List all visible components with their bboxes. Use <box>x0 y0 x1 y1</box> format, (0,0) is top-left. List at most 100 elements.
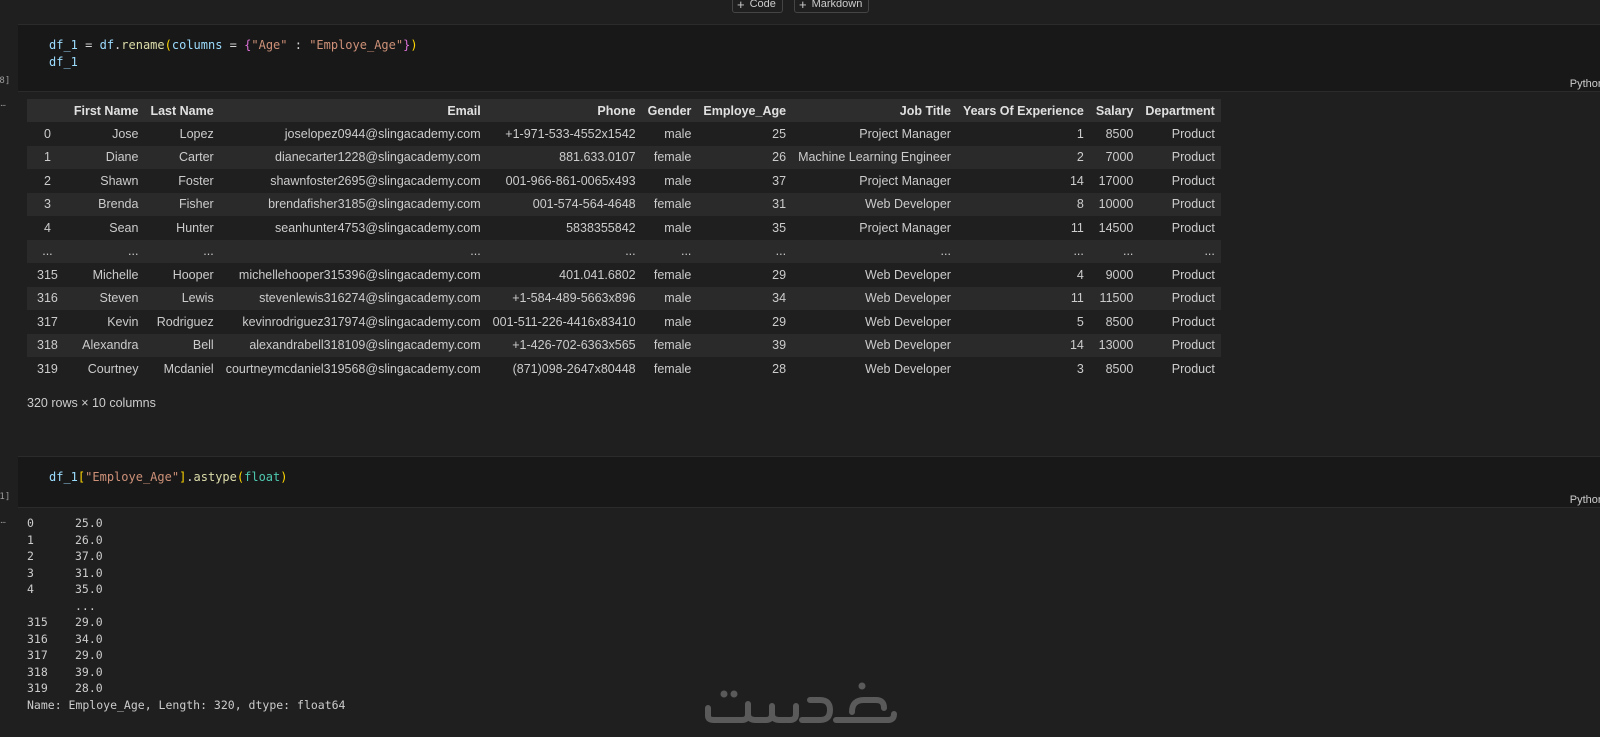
table-cell: 1 <box>956 122 1090 146</box>
series-value: 26.0 <box>75 532 103 547</box>
code-cell-editor[interactable]: df_1 = df.rename(columns = {"Age" : "Emp… <box>18 24 1600 92</box>
column-header: Gender <box>641 99 698 122</box>
table-cell: 001-511-226-4416x83410 <box>486 310 642 334</box>
table-cell: 25 <box>697 122 793 146</box>
table-cell: Carter <box>144 145 220 169</box>
code-text[interactable]: df_1["Employe_Age"].astype(float) <box>49 469 287 486</box>
notebook-page: + Code + Markdown df_1 = df.rename(colum… <box>0 0 1600 737</box>
table-cell: Product <box>1139 122 1221 146</box>
table-cell: Project Manager <box>792 216 957 240</box>
table-cell: ... <box>67 239 145 263</box>
table-cell: male <box>641 216 698 240</box>
code-token: df_1 <box>49 38 78 52</box>
table-cell: courtneymcdaniel319568@slingacademy.com <box>219 357 487 381</box>
column-header: First Name <box>67 99 145 122</box>
cell-language-label[interactable]: Python <box>1570 78 1600 90</box>
table-cell: Foster <box>144 169 220 193</box>
table-cell: Web Developer <box>792 357 957 381</box>
series-value: 31.0 <box>75 565 103 580</box>
series-value: 37.0 <box>75 549 103 563</box>
table-cell: Jose <box>67 122 145 146</box>
table-row: 3 Brenda Fisher brendafisher3185@slingacade… <box>27 192 1221 216</box>
series-value: 29.0 <box>75 648 103 662</box>
series-row: 318 39.0 <box>27 664 346 681</box>
table-row: 0 Jose Lopez joselopez0944@slingacademy.com… <box>27 122 1221 146</box>
column-header: Job Title <box>792 99 957 122</box>
add-markdown-cell-button[interactable]: + Markdown <box>794 0 870 13</box>
column-header: Phone <box>486 99 642 122</box>
row-index-cell: 1 <box>27 145 68 169</box>
code-token: astype <box>193 470 237 484</box>
table-header-row: First Name Last Name Email Phone Gender Emplo… <box>27 99 1221 122</box>
table-cell: Shawn <box>67 169 145 193</box>
table-cell: Diane <box>67 145 145 169</box>
table-row: 2 Shawn Foster shawnfoster2695@slingacademy… <box>27 169 1221 193</box>
table-row: 4 Sean Hunter seanhunter4753@slingacademy.c… <box>27 216 1221 240</box>
insert-cell-toolbar: + Code + Markdown <box>0 0 1600 14</box>
table-cell: Sean <box>67 216 145 240</box>
table-cell: Fisher <box>144 192 220 216</box>
table-cell: 28 <box>697 357 793 381</box>
table-cell: 001-574-564-4648 <box>486 192 642 216</box>
table-cell: Web Developer <box>792 192 957 216</box>
table-cell: male <box>641 122 698 146</box>
code-token: df_1 <box>49 470 78 484</box>
table-cell: Hooper <box>144 263 220 287</box>
row-index-cell: 2 <box>27 169 68 193</box>
table-cell: ... <box>641 239 698 263</box>
series-output: 0 25.0 1 26.0 2 37.0 3 31.0 4 35.0... 315 29.0 316 34… <box>27 515 346 713</box>
table-cell: male <box>641 310 698 334</box>
add-markdown-cell-label: Markdown <box>811 0 863 10</box>
table-cell: Product <box>1139 169 1221 193</box>
table-cell: ... <box>486 239 642 263</box>
table-cell: ... <box>792 239 957 263</box>
code-cell-editor[interactable]: df_1["Employe_Age"].astype(float) Python <box>18 456 1600 508</box>
table-cell: dianecarter1228@slingacademy.com <box>219 145 487 169</box>
table-cell: Courtney <box>67 357 145 381</box>
table-cell: shawnfoster2695@slingacademy.com <box>219 169 487 193</box>
table-cell: +1-971-533-4552x1542 <box>486 122 642 146</box>
output-menu-icon[interactable]: ... <box>0 98 6 109</box>
table-cell: (871)098-2647x80448 <box>486 357 642 381</box>
table-cell: 8500 <box>1089 357 1140 381</box>
output-menu-icon[interactable]: ... <box>0 515 6 526</box>
table-cell: male <box>641 169 698 193</box>
code-token: ) <box>410 38 418 52</box>
table-cell: Product <box>1139 192 1221 216</box>
table-cell: 8500 <box>1089 310 1140 334</box>
code-token: "Employe_Age" <box>85 470 180 484</box>
watermark-logo <box>702 672 898 732</box>
table-cell: Hunter <box>144 216 220 240</box>
plus-icon: + <box>737 0 745 12</box>
table-cell: Lopez <box>144 122 220 146</box>
table-cell: ... <box>1139 239 1221 263</box>
table-cell: ... <box>144 239 220 263</box>
column-header: Department <box>1139 99 1221 122</box>
add-code-cell-button[interactable]: + Code <box>732 0 783 13</box>
cell-language-label[interactable]: Python <box>1570 494 1600 506</box>
table-cell: 3 <box>956 357 1090 381</box>
table-cell: 11500 <box>1089 286 1140 310</box>
table-cell: Project Manager <box>792 122 957 146</box>
table-cell: 14500 <box>1089 216 1140 240</box>
table-cell: joselopez0944@slingacademy.com <box>219 122 487 146</box>
table-row: 316 Steven Lewis stevenlewis316274@slingaca… <box>27 286 1221 310</box>
table-cell: Lewis <box>144 286 220 310</box>
column-header: Last Name <box>144 99 220 122</box>
table-cell: 29 <box>697 263 793 287</box>
code-text[interactable]: df_1 = df.rename(columns = {"Age" : "Emp… <box>49 37 418 71</box>
table-cell: 8 <box>956 192 1090 216</box>
table-cell: 17000 <box>1089 169 1140 193</box>
series-index: 316 <box>27 631 48 646</box>
table-cell: 401.041.6802 <box>486 263 642 287</box>
series-value: 34.0 <box>75 631 103 646</box>
series-index: 3 <box>27 565 34 580</box>
table-cell: Steven <box>67 286 145 310</box>
series-value: ... <box>75 598 96 613</box>
series-index: 318 <box>27 664 48 679</box>
table-cell: 11 <box>956 286 1090 310</box>
table-cell: seanhunter4753@slingacademy.com <box>219 216 487 240</box>
table-cell: Kevin <box>67 310 145 334</box>
table-cell: 8500 <box>1089 122 1140 146</box>
table-cell: 9000 <box>1089 263 1140 287</box>
